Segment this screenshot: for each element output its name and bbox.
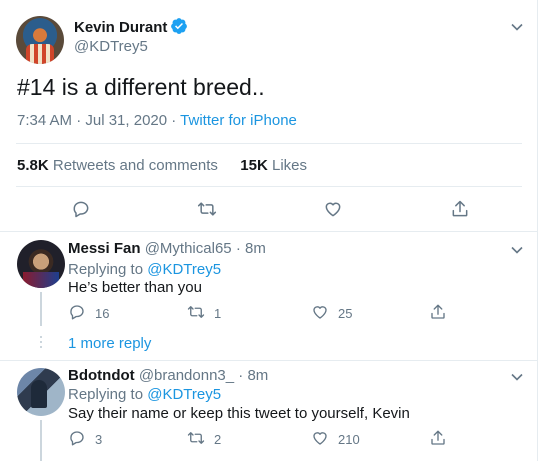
author-name-row[interactable]: Kevin Durant <box>74 17 188 37</box>
verified-badge-icon <box>171 18 188 34</box>
reply-text: Say their name or keep this tweet to you… <box>68 405 410 422</box>
tweet-detail-panel: Kevin Durant @KDTrey5 #14 is a different… <box>0 0 538 461</box>
divider <box>0 231 538 232</box>
likes-stat[interactable]: 15K Likes <box>240 157 307 174</box>
author-handle[interactable]: @KDTrey5 <box>74 38 148 55</box>
chevron-down-icon[interactable] <box>510 20 524 34</box>
reply-time[interactable]: · 8m <box>238 367 268 384</box>
reply-handle[interactable]: @brandonn3_ <box>139 367 234 384</box>
reply-text: He’s better than you <box>68 279 202 296</box>
tweet-text: #14 is a different breed.. <box>17 74 265 100</box>
retweet-count: 2 <box>214 432 222 447</box>
share-icon[interactable] <box>429 429 447 447</box>
thread-line <box>40 292 42 326</box>
likes-label: Likes <box>271 157 308 174</box>
share-icon[interactable] <box>429 303 447 321</box>
more-replies-link[interactable]: 1 more reply <box>68 335 151 352</box>
tweet-timestamp[interactable]: 7:34 AM · Jul 31, 2020 · <box>17 112 180 129</box>
divider <box>0 360 538 361</box>
like-count: 25 <box>338 306 353 321</box>
reply-icon[interactable] <box>71 199 91 219</box>
author-display-name[interactable]: Kevin Durant <box>74 19 167 36</box>
replying-to-handle[interactable]: @KDTrey5 <box>147 261 221 278</box>
likes-count: 15K <box>240 157 268 174</box>
retweets-label: Retweets and comments <box>52 157 218 174</box>
like-icon[interactable] <box>323 199 343 219</box>
replying-to-handle[interactable]: @KDTrey5 <box>147 386 221 403</box>
retweet-icon[interactable] <box>187 429 205 447</box>
reply-time[interactable]: · 8m <box>236 240 266 257</box>
reply-avatar[interactable] <box>17 368 65 416</box>
reply-icon[interactable] <box>68 429 86 447</box>
reply-avatar[interactable] <box>17 240 65 288</box>
divider <box>16 186 522 187</box>
retweet-icon[interactable] <box>187 303 205 321</box>
thread-line <box>40 420 42 461</box>
reply-count: 3 <box>95 432 103 447</box>
replying-to: Replying to @KDTrey5 <box>68 386 221 403</box>
replying-to-prefix: Replying to <box>68 261 148 278</box>
replying-to-prefix: Replying to <box>68 386 148 403</box>
retweets-stat[interactable]: 5.8K Retweets and comments <box>17 157 218 174</box>
reply-header: Messi Fan @Mythical65 · 8m <box>68 240 266 257</box>
reply-handle[interactable]: @Mythical65 <box>145 240 232 257</box>
chevron-down-icon[interactable] <box>510 243 524 257</box>
tweet-source-link[interactable]: Twitter for iPhone <box>180 112 297 129</box>
retweet-icon[interactable] <box>197 199 217 219</box>
retweet-count: 1 <box>214 306 222 321</box>
like-icon[interactable] <box>311 429 329 447</box>
thread-dots <box>40 336 42 350</box>
chevron-down-icon[interactable] <box>510 370 524 384</box>
like-icon[interactable] <box>311 303 329 321</box>
tweet-meta: 7:34 AM · Jul 31, 2020 · Twitter for iPh… <box>17 112 297 129</box>
reply-header: Bdotndot @brandonn3_ · 8m <box>68 367 268 384</box>
like-count: 210 <box>338 432 360 447</box>
share-icon[interactable] <box>450 199 470 219</box>
reply-display-name[interactable]: Bdotndot <box>68 367 135 384</box>
tweet-stats: 5.8K Retweets and comments 15K Likes <box>17 157 307 174</box>
divider <box>16 143 522 144</box>
replying-to: Replying to @KDTrey5 <box>68 261 221 278</box>
reply-icon[interactable] <box>68 303 86 321</box>
reply-display-name[interactable]: Messi Fan <box>68 240 141 257</box>
author-avatar[interactable] <box>16 16 64 64</box>
reply-count: 16 <box>95 306 110 321</box>
retweets-count: 5.8K <box>17 157 49 174</box>
